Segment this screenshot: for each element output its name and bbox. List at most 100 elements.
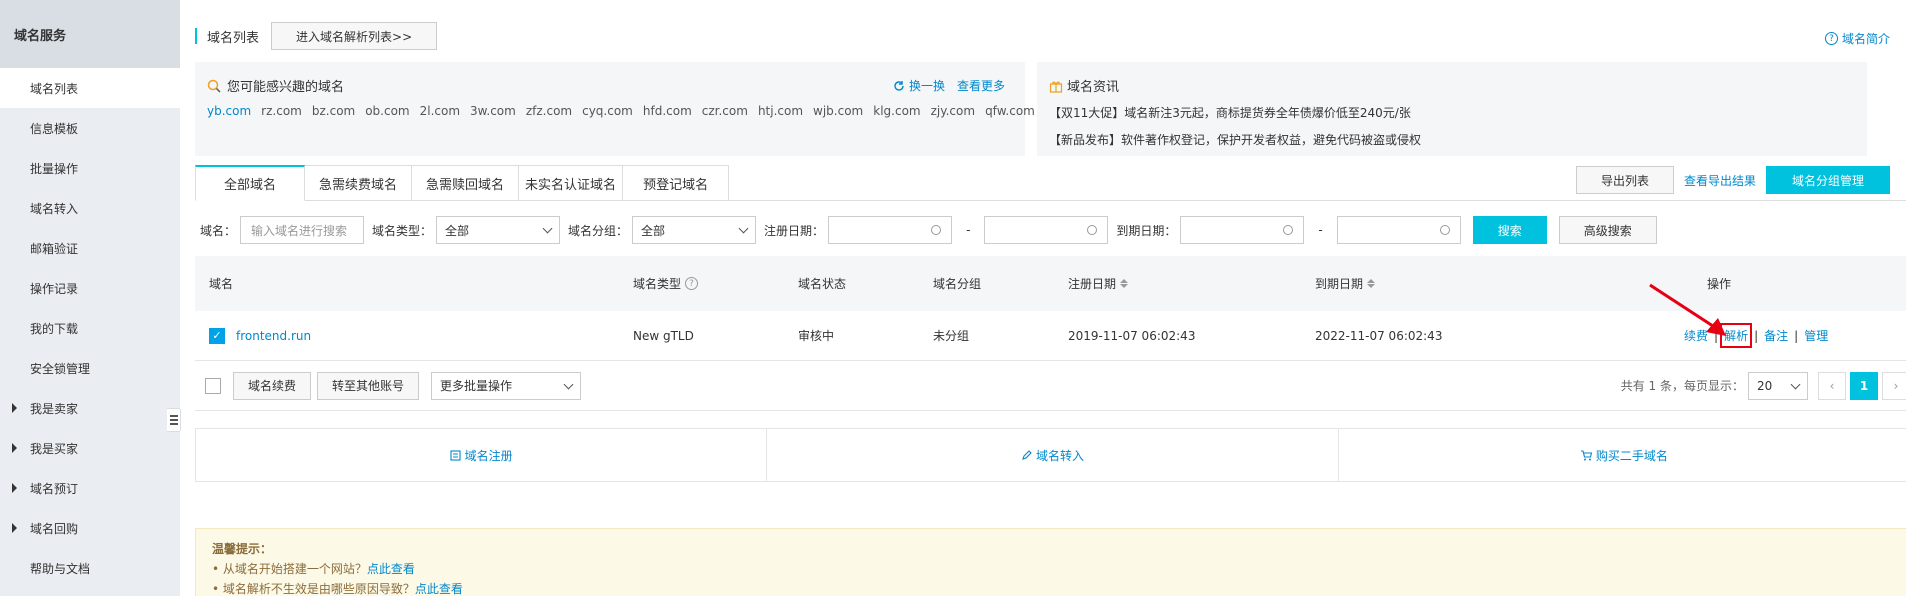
more-batch-select[interactable]: 更多批量操作 <box>431 371 582 400</box>
sidebar-item-transfer-in[interactable]: 域名转入 <box>0 188 180 228</box>
chevron-down-icon <box>542 223 553 234</box>
domain-intro-link[interactable]: ? 域名简介 <box>1824 30 1890 47</box>
suggest-domain[interactable]: yb.com <box>207 104 251 118</box>
domain-search-input[interactable]: 输入域名进行搜索 <box>240 216 365 244</box>
question-circle-icon[interactable]: ? <box>685 277 699 290</box>
manage-link[interactable]: 管理 <box>1804 327 1828 344</box>
clock-icon <box>931 225 942 235</box>
tab-urgent-renew[interactable]: 急需续费域名 <box>305 165 413 201</box>
suggest-domain[interactable]: zfz.com <box>526 104 572 118</box>
news-item[interactable]: 【新品发布】软件著作权登记，保护开发者权益，避免代码被盗或侵权 <box>1049 131 1421 148</box>
col-domain: 域名 <box>209 277 234 291</box>
suggest-domain[interactable]: qfw.com <box>985 104 1035 118</box>
refresh-link[interactable]: 换一换 <box>893 77 945 94</box>
suggest-domain[interactable]: 3w.com <box>470 104 516 118</box>
type-filter-label: 域名类型： <box>372 223 433 238</box>
exp-date-end-input[interactable] <box>1336 216 1461 244</box>
exp-date-start-input[interactable] <box>1180 216 1305 244</box>
table-row: ✓ frontend.run New gTLD 审核中 未分组 2019-11-… <box>195 311 1906 361</box>
sidebar-item-security-lock[interactable]: 安全锁管理 <box>0 348 180 388</box>
select-all[interactable] <box>205 361 221 410</box>
sidebar-item-reserve[interactable]: 域名预订 <box>0 468 180 508</box>
reg-date-start-input[interactable] <box>828 216 953 244</box>
gift-icon <box>1049 81 1063 93</box>
sidebar-collapse-handle[interactable] <box>167 408 181 432</box>
sidebar-item-batch[interactable]: 批量操作 <box>0 148 180 188</box>
tip-link[interactable]: 点此查看 <box>415 582 463 596</box>
sidebar-item-buyer[interactable]: 我是买家 <box>0 428 180 468</box>
search-button[interactable]: 搜索 <box>1472 216 1547 244</box>
sidebar-item-seller[interactable]: 我是卖家 <box>0 388 180 428</box>
suggest-domain[interactable]: ob.com <box>365 104 409 118</box>
col-type: 域名类型 ? <box>633 256 699 311</box>
type-select[interactable]: 全部 <box>436 216 561 244</box>
view-export-link[interactable]: 查看导出结果 <box>1684 172 1756 189</box>
checkbox-icon[interactable] <box>205 377 221 394</box>
reg-date-end-input[interactable] <box>984 216 1109 244</box>
suggest-domain[interactable]: klg.com <box>873 104 920 118</box>
sidebar-item-downloads[interactable]: 我的下载 <box>0 308 180 348</box>
sidebar-item-info-template[interactable]: 信息模板 <box>0 108 180 148</box>
suggest-domain[interactable]: wjb.com <box>813 104 863 118</box>
register-domain-link[interactable]: 域名注册 <box>196 429 768 481</box>
suggest-domain[interactable]: zjy.com <box>931 104 975 118</box>
table-toolbar: 导出列表 查看导出结果 域名分组管理 <box>1575 166 1890 194</box>
main-content: 域名列表 进入域名解析列表>> ? 域名简介 您可能感兴趣的域名 换一换 查看更… <box>180 0 1906 596</box>
bulk-renew-button[interactable]: 域名续费 <box>233 371 312 400</box>
group-select[interactable]: 全部 <box>632 216 757 244</box>
suggest-domain[interactable]: htj.com <box>758 104 803 118</box>
pencil-icon <box>1022 449 1032 460</box>
filter-bar: 域名： 输入域名进行搜索 域名类型： 全部 域名分组： 全部 注册日期： - 到… <box>200 216 1657 244</box>
sidebar-item-help[interactable]: 帮助与文档 <box>0 548 180 588</box>
row-select[interactable]: ✓ <box>209 311 225 360</box>
enter-dns-list-button[interactable]: 进入域名解析列表>> <box>271 22 438 50</box>
domain-table: 域名 域名类型 ? 域名状态 域名分组 注册日期 到期日期 操作 ✓ front… <box>195 256 1906 411</box>
transfer-account-button[interactable]: 转至其他账号 <box>317 371 420 400</box>
next-page-button[interactable]: › <box>1882 371 1906 400</box>
suggest-domain[interactable]: czr.com <box>702 104 748 118</box>
question-circle-icon: ? <box>1824 32 1838 45</box>
checkbox-checked-icon[interactable]: ✓ <box>209 327 225 344</box>
tab-urgent-redeem[interactable]: 急需赎回域名 <box>412 165 520 201</box>
expand-triangle-icon <box>12 443 17 453</box>
prev-page-button[interactable]: ‹ <box>1818 371 1846 400</box>
domain-link[interactable]: frontend.run <box>236 311 311 360</box>
advanced-search-button[interactable]: 高级搜索 <box>1558 216 1657 244</box>
export-list-button[interactable]: 导出列表 <box>1575 166 1674 194</box>
sidebar-item-email-verify[interactable]: 邮箱验证 <box>0 228 180 268</box>
tab-all-domains[interactable]: 全部域名 <box>195 165 306 201</box>
remark-link[interactable]: 备注 <box>1764 327 1788 344</box>
cart-icon <box>1580 449 1592 460</box>
sidebar-item-op-log[interactable]: 操作记录 <box>0 268 180 308</box>
col-reg-date[interactable]: 注册日期 <box>1068 256 1129 311</box>
chevron-down-icon <box>738 223 749 234</box>
tip-link[interactable]: 点此查看 <box>367 562 415 576</box>
suggest-domain[interactable]: rz.com <box>261 104 302 118</box>
tab-preregister[interactable]: 预登记域名 <box>623 165 730 201</box>
sidebar-item-domain-list[interactable]: 域名列表 <box>0 68 180 108</box>
suggest-domain[interactable]: hfd.com <box>643 104 692 118</box>
buy-second-hand-link[interactable]: 购买二手域名 <box>1339 429 1906 481</box>
group-manage-button[interactable]: 域名分组管理 <box>1765 166 1890 194</box>
renew-link[interactable]: 续费 <box>1684 327 1708 344</box>
suggest-domain[interactable]: 2l.com <box>420 104 460 118</box>
tab-unverified[interactable]: 未实名认证域名 <box>519 165 624 201</box>
row-operations: 续费 | 解析 | 备注 | 管理 <box>1684 311 1828 360</box>
see-more-link[interactable]: 查看更多 <box>957 77 1005 94</box>
clock-icon <box>1283 225 1294 235</box>
menu-icon <box>169 415 178 417</box>
expand-triangle-icon <box>12 523 17 533</box>
suggest-domain[interactable]: cyq.com <box>582 104 633 118</box>
col-exp-date[interactable]: 到期日期 <box>1315 256 1376 311</box>
domain-type: New gTLD <box>633 328 694 343</box>
transfer-in-link[interactable]: 域名转入 <box>767 429 1339 481</box>
suggest-domain-list: yb.com rz.com bz.com ob.com 2l.com 3w.co… <box>207 104 1035 118</box>
page-button[interactable]: 1 <box>1850 371 1878 400</box>
total-summary: 共有 1 条，每页显示： <box>1620 379 1744 393</box>
expand-triangle-icon <box>12 403 17 413</box>
page-size-select[interactable]: 20 <box>1748 371 1808 400</box>
dns-resolve-link[interactable]: 解析 <box>1720 323 1753 348</box>
news-item[interactable]: 【双11大促】域名新注3元起，商标提货券全年债爆价低至240元/张 <box>1049 104 1411 121</box>
suggest-domain[interactable]: bz.com <box>312 104 355 118</box>
sidebar-item-buyback[interactable]: 域名回购 <box>0 508 180 548</box>
